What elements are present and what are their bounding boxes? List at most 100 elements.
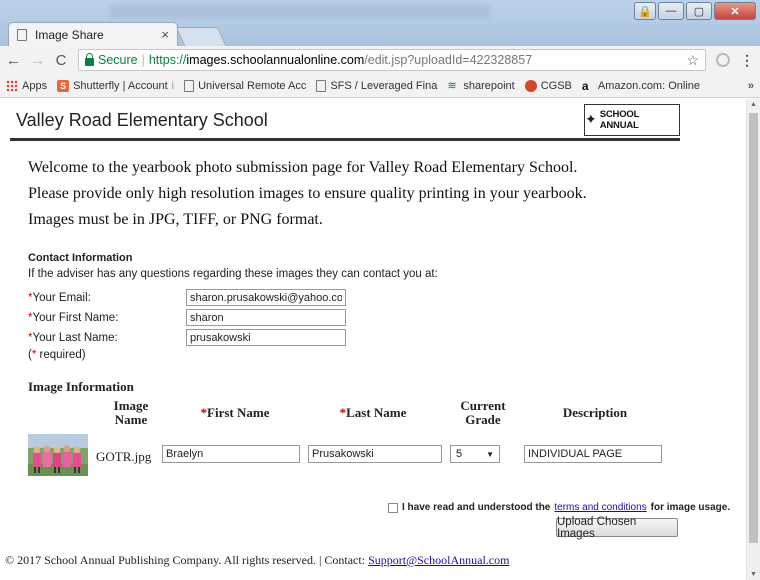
image-info-title: Image Information <box>28 379 134 394</box>
header-text: Last Name <box>346 405 407 420</box>
bookmark-sfs[interactable]: SFS / Leveraged Fina <box>316 79 438 92</box>
last-name-label-text: Your Last Name: <box>32 331 118 344</box>
scrollbar-thumb[interactable] <box>749 113 758 543</box>
url-path: /edit.jsp?uploadId=422328857 <box>364 53 533 67</box>
maximize-icon[interactable]: ▢ <box>686 2 712 20</box>
student-first-name-input[interactable] <box>162 445 300 463</box>
email-label-text: Your Email: <box>32 291 91 304</box>
contact-note: If the adviser has any questions regardi… <box>28 268 438 280</box>
page-scrollbar[interactable]: ▲ ▼ <box>746 99 760 580</box>
bookmark-amazon[interactable]: a Amazon.com: Online <box>582 80 700 92</box>
browser-menu-icon[interactable]: ⋮ <box>740 52 754 69</box>
bookmark-label-fade: i <box>171 79 175 92</box>
tab-image-share[interactable]: Image Share × <box>8 22 178 46</box>
footer-copyright: © 2017 School Annual Publishing Company.… <box>5 553 366 567</box>
bookmarks-bar: Apps S Shutterfly | Account i Universal R… <box>0 74 760 98</box>
window-titlebar: Image Share × 🔒 — ▢ ✕ <box>0 0 760 46</box>
url-scheme: https:// <box>148 53 187 67</box>
header-description: Description <box>562 405 628 420</box>
grade-select[interactable]: 5 ▼ <box>450 445 500 463</box>
tab-title: Image Share <box>35 27 104 42</box>
forward-icon[interactable]: → <box>30 52 45 69</box>
bookmark-sharepoint[interactable]: ≋ sharepoint <box>447 80 514 92</box>
butterfly-icon: ✦ <box>585 111 597 127</box>
last-name-field[interactable] <box>186 329 346 346</box>
intro-line: Welcome to the yearbook photo submission… <box>28 159 578 176</box>
terms-suffix: for image usage. <box>650 502 731 513</box>
scroll-down-icon[interactable]: ▼ <box>750 571 757 578</box>
bookmark-label: Shutterfly | Account <box>73 79 168 92</box>
header-first-name: *First Name <box>200 405 270 420</box>
shutterfly-icon: S <box>57 79 70 92</box>
back-icon[interactable]: ← <box>6 52 21 69</box>
bookmark-label: sharepoint <box>463 79 515 92</box>
email-row: *Your Email: <box>28 289 346 306</box>
group-photo-icon <box>28 434 88 476</box>
amazon-icon: a <box>581 78 589 93</box>
bookmark-label: SFS / Leveraged Fina <box>330 79 438 92</box>
image-filename: GOTR.jpg <box>96 449 152 464</box>
browser-toolbar: ← → C Secure | https://images.schoolannu… <box>0 46 760 74</box>
grade-value: 5 <box>456 448 463 460</box>
apps-icon <box>6 79 18 92</box>
terms-link[interactable]: terms and conditions <box>554 502 646 513</box>
extension-icon[interactable] <box>716 53 730 67</box>
bookmark-apps[interactable]: Apps <box>6 79 47 92</box>
header-current-grade: Current Grade <box>448 399 518 427</box>
terms-prefix: I have read and understood the <box>402 502 551 513</box>
scroll-up-icon[interactable]: ▲ <box>750 101 757 108</box>
student-last-name-input[interactable] <box>308 445 442 463</box>
intro-line: Please provide only high resolution imag… <box>28 185 587 202</box>
header-last-name: *Last Name <box>339 405 407 420</box>
bookmark-star-icon[interactable]: ☆ <box>686 52 699 69</box>
reload-icon[interactable]: C <box>54 52 68 69</box>
first-name-label: *Your First Name: <box>28 312 186 324</box>
first-name-label-text: Your First Name: <box>32 311 119 324</box>
page-icon <box>316 79 327 92</box>
bookmark-universal-remote[interactable]: Universal Remote Acc <box>184 79 307 92</box>
minimize-icon[interactable]: — <box>658 2 684 20</box>
address-bar[interactable]: Secure | https://images.schoolannualonli… <box>78 49 706 71</box>
support-email-link[interactable]: Support@SchoolAnnual.com <box>368 553 509 567</box>
dropdown-arrow-icon: ▼ <box>486 449 494 459</box>
close-tab-icon[interactable]: × <box>161 27 169 42</box>
page-icon <box>184 79 195 92</box>
bookmark-label: CGSB <box>540 79 572 92</box>
description-input[interactable] <box>524 445 662 463</box>
last-name-row: *Your Last Name: <box>28 329 346 346</box>
more-bookmarks-icon[interactable]: » <box>748 80 754 92</box>
terms-checkbox[interactable] <box>388 502 398 513</box>
terms-agreement: I have read and understood the terms and… <box>388 502 730 513</box>
header-text: Grade <box>465 412 501 427</box>
school-header: Valley Road Elementary School ✦ SCHOOL A… <box>10 99 680 141</box>
close-window-icon[interactable]: ✕ <box>714 2 756 20</box>
window-controls: 🔒 — ▢ ✕ <box>634 2 756 20</box>
new-tab-button[interactable] <box>175 27 227 46</box>
school-name: Valley Road Elementary School <box>16 110 268 130</box>
sharepoint-icon: ≋ <box>447 79 457 92</box>
bookmark-label: Amazon.com: Online <box>597 79 701 92</box>
url: https://images.schoolannualonline.com/ed… <box>149 53 532 67</box>
last-name-label: *Your Last Name: <box>28 332 186 344</box>
school-annual-logo: ✦ SCHOOL ANNUAL <box>584 103 680 136</box>
blurred-background-window <box>110 4 490 18</box>
contact-section-title: Contact Information <box>28 252 133 264</box>
header-text: Name <box>114 412 148 427</box>
lock-window-icon[interactable]: 🔒 <box>634 2 656 20</box>
intro-text: Welcome to the yearbook photo submission… <box>28 155 587 233</box>
bookmark-shutterfly[interactable]: S Shutterfly | Account i <box>57 79 175 92</box>
logo-text: SCHOOL ANNUAL <box>599 108 640 131</box>
first-name-field[interactable] <box>186 309 346 326</box>
intro-line: Images must be in JPG, TIFF, or PNG form… <box>28 211 323 228</box>
address-separator: | <box>141 53 145 67</box>
email-field[interactable] <box>186 289 346 306</box>
first-name-row: *Your First Name: <box>28 309 346 326</box>
bookmark-label: Universal Remote Acc <box>198 79 307 92</box>
lock-icon <box>85 52 94 66</box>
bookmark-cgsb[interactable]: CGSB <box>524 79 572 92</box>
page-icon <box>17 28 27 41</box>
required-note: (* required) <box>28 349 86 361</box>
cgsb-icon <box>524 79 537 92</box>
upload-images-button[interactable]: Upload Chosen Images <box>556 516 678 540</box>
header-text: Image <box>113 398 149 413</box>
